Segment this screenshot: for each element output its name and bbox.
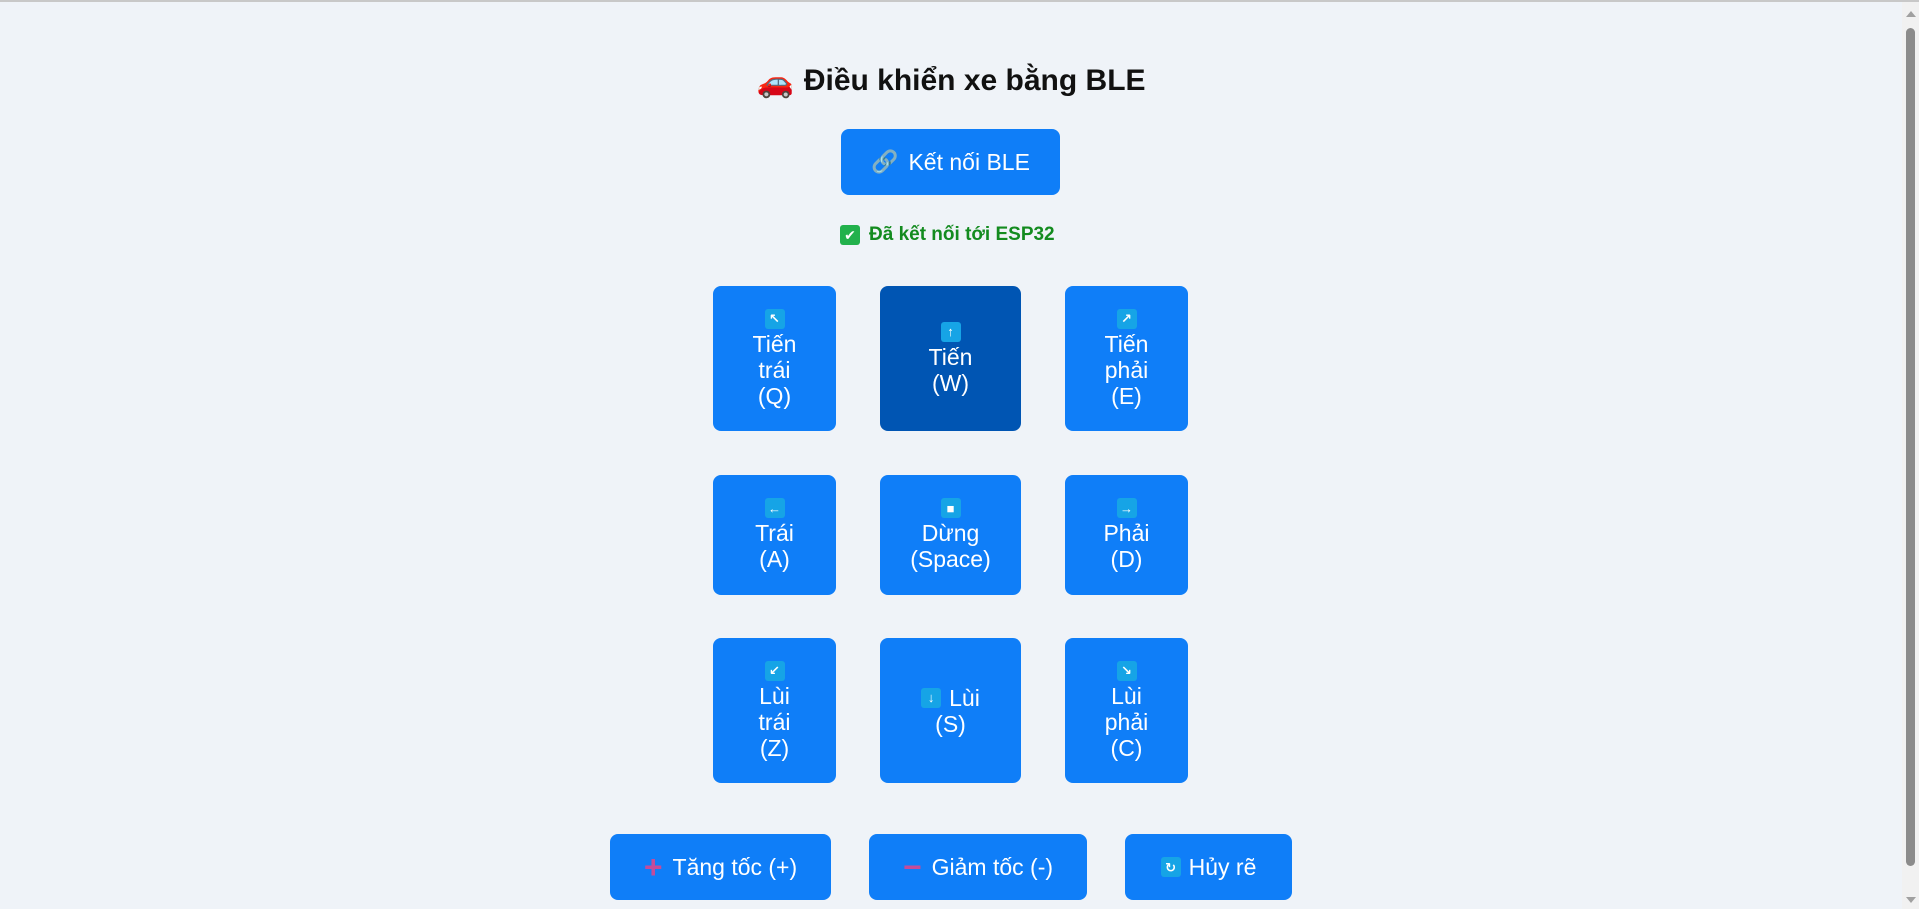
- speed-down-button[interactable]: − Giảm tốc (-): [869, 834, 1087, 900]
- stop-key: (Space): [910, 546, 991, 572]
- connection-status: ✔ Đã kết nối tới ESP32: [840, 223, 1055, 247]
- stop-label: Dừng: [921, 520, 980, 546]
- page-title: 🚗 Điều khiển xe bằng BLE: [0, 64, 1902, 100]
- right-label: Phải: [1103, 520, 1150, 546]
- minus-icon: −: [902, 849, 922, 885]
- forward-label: Tiến: [928, 343, 973, 370]
- back-right-button[interactable]: ↘ Lùi phải (C): [1065, 638, 1188, 783]
- right-button[interactable]: → Phải (D): [1065, 475, 1188, 595]
- arrow-right-icon: →: [1116, 498, 1137, 518]
- back-left-label-2: trái: [758, 708, 791, 735]
- scroll-up-arrow-icon[interactable]: [1906, 11, 1916, 17]
- forward-left-button[interactable]: ↖ Tiến trái (Q): [713, 286, 836, 431]
- forward-right-label-2: phải: [1104, 356, 1149, 383]
- forward-button[interactable]: ↑ Tiến (W): [880, 286, 1021, 431]
- page-title-text: Điều khiển xe bằng BLE: [803, 64, 1146, 97]
- left-label: Trái: [755, 520, 794, 546]
- left-button[interactable]: ← Trái (A): [713, 475, 836, 595]
- back-right-label-1: Lùi: [1111, 682, 1142, 709]
- forward-left-key: (Q): [757, 382, 792, 409]
- speed-down-label: Giảm tốc (-): [931, 854, 1054, 880]
- cancel-turn-button[interactable]: ↻ Hủy rẽ: [1125, 834, 1292, 900]
- forward-right-key: (E): [1111, 382, 1142, 409]
- forward-right-button[interactable]: ↗ Tiến phải (E): [1065, 286, 1188, 431]
- scroll-down-arrow-icon[interactable]: [1906, 897, 1916, 903]
- connection-status-text: Đã kết nối tới ESP32: [869, 224, 1055, 245]
- right-key: (D): [1110, 546, 1143, 572]
- cancel-turn-label: Hủy rẽ: [1188, 854, 1257, 880]
- back-button[interactable]: ↓ Lùi (S): [880, 638, 1021, 783]
- connect-ble-label: Kết nối BLE: [908, 149, 1030, 175]
- forward-right-label-1: Tiến: [1104, 330, 1149, 357]
- speed-up-button[interactable]: + Tăng tốc (+): [610, 834, 831, 900]
- left-key: (A): [759, 546, 790, 572]
- arrow-down-left-icon: ↙: [764, 660, 785, 681]
- forward-left-label-2: trái: [758, 356, 791, 383]
- back-right-key: (C): [1110, 734, 1143, 761]
- plus-icon: +: [643, 849, 663, 885]
- arrow-up-left-icon: ↖: [764, 308, 785, 329]
- back-left-label-1: Lùi: [759, 682, 790, 709]
- back-left-key: (Z): [759, 734, 790, 761]
- arrow-down-icon: ↓: [921, 687, 942, 708]
- back-key: (S): [935, 710, 966, 737]
- back-right-label-2: phải: [1104, 708, 1149, 735]
- forward-key: (W): [931, 369, 970, 396]
- check-icon: ✔: [840, 225, 860, 245]
- arrow-up-right-icon: ↗: [1116, 308, 1137, 329]
- connect-ble-button[interactable]: 🔗 Kết nối BLE: [841, 129, 1060, 195]
- arrow-down-right-icon: ↘: [1116, 660, 1137, 681]
- stop-button[interactable]: ■ Dừng (Space): [880, 475, 1021, 595]
- back-label: Lùi: [949, 684, 980, 711]
- stop-icon: ■: [940, 498, 961, 518]
- back-label-row: ↓ Lùi: [921, 685, 980, 711]
- vertical-scrollbar[interactable]: [1902, 2, 1919, 909]
- speed-up-label: Tăng tốc (+): [672, 854, 798, 880]
- car-icon: 🚗: [756, 66, 794, 99]
- arrow-up-icon: ↑: [940, 321, 961, 342]
- arrow-left-icon: ←: [764, 498, 785, 518]
- back-left-button[interactable]: ↙ Lùi trái (Z): [713, 638, 836, 783]
- forward-left-label-1: Tiến: [752, 330, 797, 357]
- link-icon: 🔗: [871, 149, 899, 174]
- refresh-icon: ↻: [1160, 857, 1181, 877]
- scroll-thumb[interactable]: [1906, 28, 1915, 866]
